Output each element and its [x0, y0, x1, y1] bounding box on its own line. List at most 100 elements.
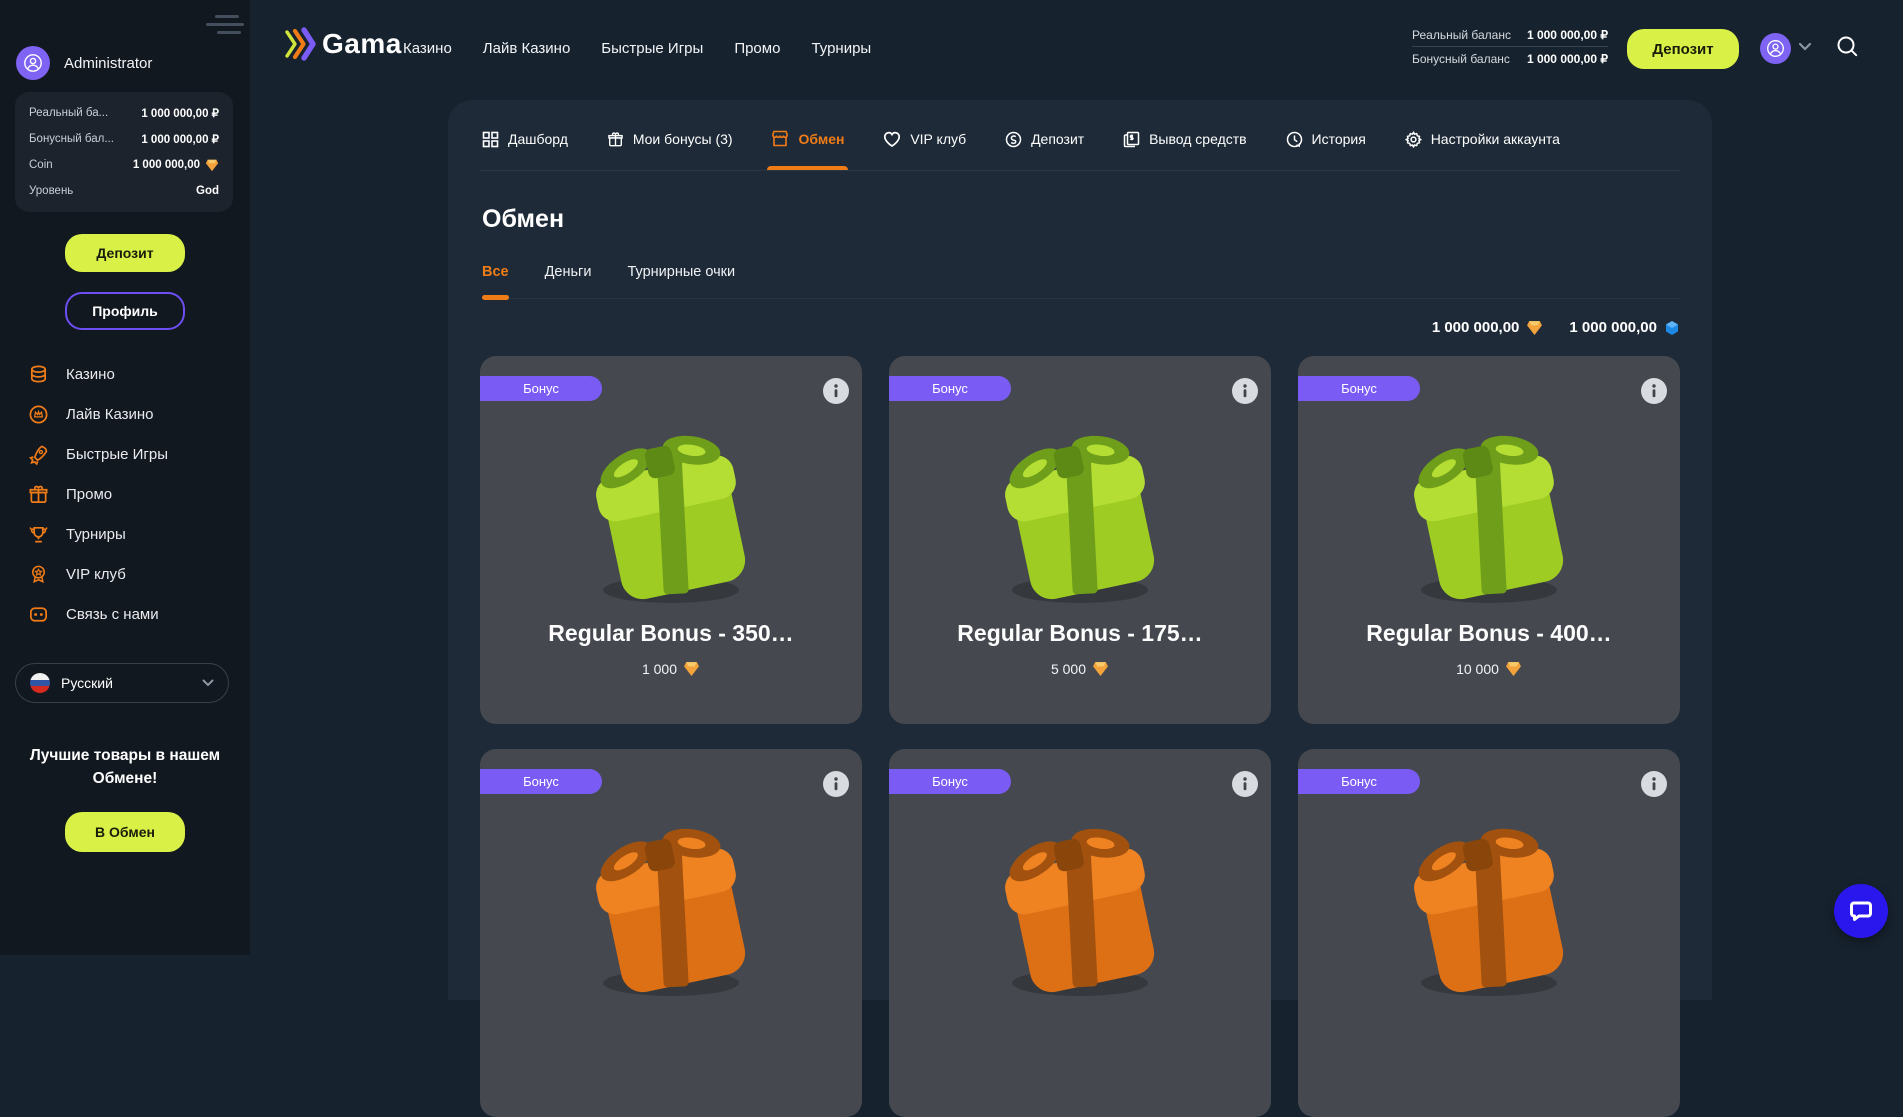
gift-box-image — [1389, 412, 1589, 612]
sidebar-item-fast-games[interactable]: Быстрые Игры — [28, 434, 168, 474]
coin-balance-value: 1 000 000,00 — [133, 159, 200, 171]
dashboard-icon — [482, 131, 499, 148]
sidebar-profile-button[interactable]: Профиль — [65, 292, 185, 330]
sidebar-item-casino[interactable]: Казино — [28, 354, 168, 394]
blue-gem-icon — [1664, 320, 1680, 336]
tab-account-settings[interactable]: Настройки аккаунта — [1405, 131, 1560, 170]
bonus-balance-row: Бонусный бал... 1 000 000,00 ₽ — [29, 126, 219, 152]
sidebar-menu-icon[interactable] — [206, 15, 246, 39]
bonus-card-title: Regular Bonus - 175… — [889, 620, 1271, 647]
tab-dashboard[interactable]: Дашборд — [482, 131, 568, 170]
sidebar-deposit-button[interactable]: Депозит — [65, 234, 185, 272]
orange-gem-icon — [683, 660, 700, 677]
vip-icon — [28, 564, 49, 585]
bonus-badge: Бонус — [1298, 769, 1420, 794]
brand-name: Gama — [322, 28, 402, 60]
topnav-casino[interactable]: Казино — [403, 40, 452, 57]
user-row[interactable]: Administrator — [16, 46, 152, 80]
tab-history[interactable]: История — [1286, 131, 1366, 170]
bonus-card-price: 1 000 — [480, 660, 862, 677]
sidebar-item-tournaments[interactable]: Турниры — [28, 514, 168, 554]
bonus-card[interactable]: Бонус — [480, 356, 862, 724]
topnav-promo[interactable]: Промо — [734, 40, 780, 57]
bonus-card[interactable]: Бонус — [889, 749, 1271, 1117]
topbar-bonus-balance-label: Бонусный баланс — [1412, 52, 1510, 66]
topbar-bonus-balance-value: 1 000 000,00 ₽ — [1527, 52, 1608, 66]
filter-all[interactable]: Все — [482, 264, 509, 298]
gift-icon — [607, 131, 624, 148]
settings-icon — [1405, 131, 1422, 148]
info-icon[interactable] — [823, 378, 849, 404]
chevron-down-icon — [202, 679, 214, 687]
filter-tournament-points[interactable]: Турнирные очки — [627, 264, 735, 298]
top-nav: Казино Лайв Казино Быстрые Игры Промо Ту… — [403, 40, 871, 57]
bonus-card[interactable]: Бонус — [480, 749, 862, 1117]
bonus-card[interactable]: Бонус — [1298, 749, 1680, 1117]
user-avatar-icon — [16, 46, 50, 80]
language-label: Русский — [61, 675, 191, 691]
coin-balance-label: Coin — [29, 159, 53, 171]
contact-icon — [28, 604, 49, 625]
topnav-tournaments[interactable]: Турниры — [811, 40, 871, 57]
chat-widget-button[interactable] — [1834, 884, 1888, 938]
info-icon[interactable] — [1232, 771, 1258, 797]
orange-gem-icon — [1505, 660, 1522, 677]
brand-logo[interactable]: Gama — [284, 26, 402, 62]
bonus-card-title: Regular Bonus - 350… — [480, 620, 862, 647]
bonus-balance-value: 1 000 000,00 ₽ — [141, 132, 219, 146]
topbar-deposit-button[interactable]: Депозит — [1627, 29, 1739, 69]
points-wallet-amount: 1 000 000,00 — [1569, 319, 1680, 336]
gift-box-image — [1389, 805, 1589, 1005]
fast-games-icon — [28, 444, 49, 465]
sidebar-balance-panel: Реальный ба... 1 000 000,00 ₽ Бонусный б… — [15, 92, 233, 212]
topnav-fast-games[interactable]: Быстрые Игры — [601, 40, 703, 57]
sidebar-item-promo[interactable]: Промо — [28, 474, 168, 514]
bonus-badge: Бонус — [889, 376, 1011, 401]
bonus-card[interactable]: Бонус — [1298, 356, 1680, 724]
gift-box-image — [571, 412, 771, 612]
gama-logo-icon — [284, 26, 316, 62]
sidebar-item-live-casino[interactable]: Лайв Казино — [28, 394, 168, 434]
bonus-badge: Бонус — [480, 376, 602, 401]
tab-my-bonuses[interactable]: Мои бонусы (3) — [607, 131, 733, 170]
account-chevron-down-icon[interactable] — [1798, 42, 1812, 51]
topbar-balances: Реальный баланс 1 000 000,00 ₽ Бонусный … — [1412, 24, 1608, 70]
topnav-live-casino[interactable]: Лайв Казино — [483, 40, 571, 57]
topbar-avatar[interactable] — [1760, 33, 1791, 64]
sidebar-item-contact[interactable]: Связь с нами — [28, 594, 168, 634]
tab-withdraw[interactable]: Вывод средств — [1123, 131, 1247, 170]
info-icon[interactable] — [1232, 378, 1258, 404]
topbar-real-balance-value: 1 000 000,00 ₽ — [1527, 28, 1608, 42]
bonus-badge: Бонус — [1298, 376, 1420, 401]
sidebar-promo-text: Лучшие товары в нашем Обмене! — [20, 744, 230, 791]
sidebar: Administrator Реальный ба... 1 000 000,0… — [0, 0, 250, 955]
orange-gem-icon — [205, 158, 219, 172]
promo-icon — [28, 484, 49, 505]
bonus-card[interactable]: Бонус — [889, 356, 1271, 724]
filter-money[interactable]: Деньги — [545, 264, 592, 298]
chat-bubble-icon — [1848, 898, 1874, 924]
tab-vip-club[interactable]: VIP клуб — [883, 131, 966, 170]
to-exchange-button[interactable]: В Обмен — [65, 812, 185, 852]
coin-wallet-amount: 1 000 000,00 — [1432, 319, 1544, 336]
bonus-balance-label: Бонусный бал... — [29, 133, 114, 145]
tab-deposit[interactable]: Депозит — [1005, 131, 1084, 170]
exchange-panel: Дашборд Мои бонусы (3) Обмен VIP клуб Де… — [448, 100, 1712, 1000]
user-icon — [1766, 39, 1785, 58]
withdraw-icon — [1123, 131, 1140, 148]
bonus-card-price: 5 000 — [889, 660, 1271, 677]
language-selector[interactable]: Русский — [15, 663, 229, 703]
coin-balance-row: Coin 1 000 000,00 — [29, 152, 219, 178]
info-icon[interactable] — [1641, 378, 1667, 404]
sidebar-item-vip[interactable]: VIP клуб — [28, 554, 168, 594]
search-icon[interactable] — [1834, 33, 1861, 60]
bonus-card-title: Regular Bonus - 400… — [1298, 620, 1680, 647]
info-icon[interactable] — [1641, 771, 1667, 797]
tab-exchange[interactable]: Обмен — [771, 130, 844, 170]
info-icon[interactable] — [823, 771, 849, 797]
level-label: Уровень — [29, 185, 73, 197]
page-title: Обмен — [482, 205, 1680, 234]
real-balance-value: 1 000 000,00 ₽ — [141, 106, 219, 120]
orange-gem-icon — [1526, 319, 1543, 336]
gift-box-image — [980, 412, 1180, 612]
